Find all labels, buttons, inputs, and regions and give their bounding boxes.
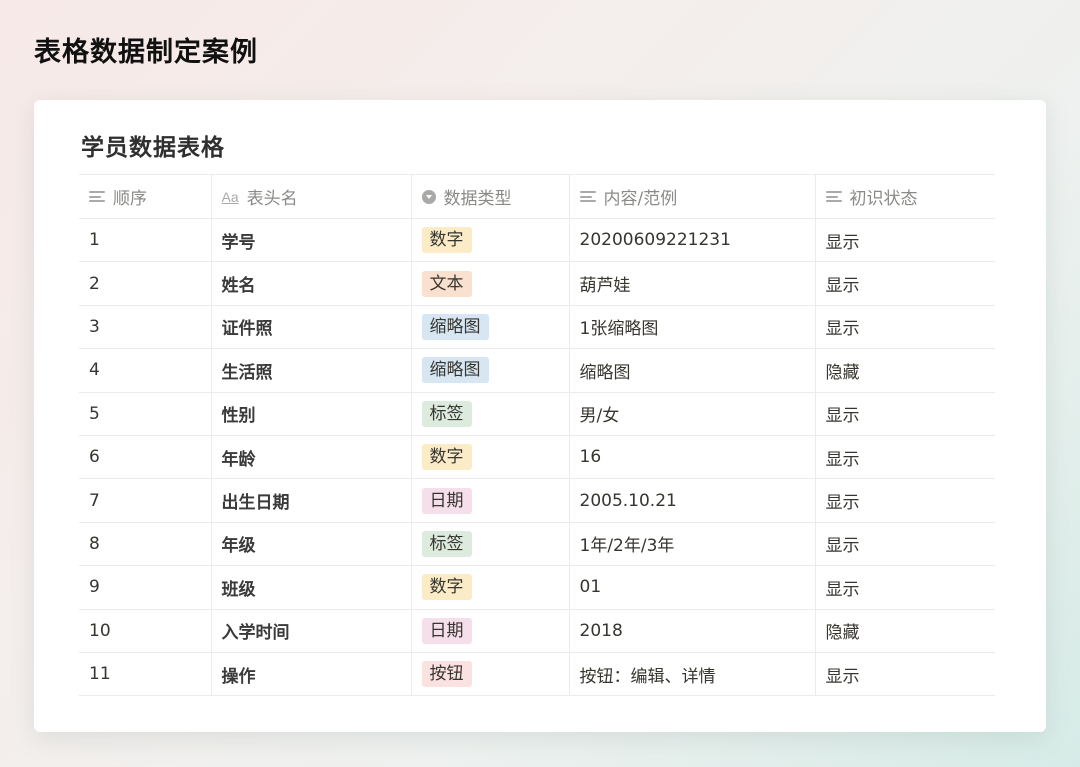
cell-status[interactable]: 显示: [815, 478, 995, 523]
cell-data-type[interactable]: 数字: [411, 565, 570, 610]
cell-field-name[interactable]: 学号: [211, 217, 412, 263]
table-row[interactable]: 11 操作 按钮 按钮：编辑、详情 显示: [79, 651, 995, 697]
cell-order[interactable]: 2: [79, 261, 212, 306]
table-row[interactable]: 1 学号 数字 20200609221231 显示: [79, 217, 995, 263]
cell-data-type[interactable]: 数字: [411, 217, 570, 263]
cell-status[interactable]: 显示: [815, 217, 995, 263]
cell-example[interactable]: 16: [569, 434, 816, 480]
cell-example[interactable]: 按钮：编辑、详情: [569, 651, 816, 697]
column-header-label: 数据类型: [443, 189, 512, 209]
cell-status[interactable]: 显示: [815, 391, 995, 436]
cell-status[interactable]: 显示: [815, 261, 995, 306]
table-row[interactable]: 2 姓名 文本 葫芦娃 显示: [79, 261, 995, 306]
cell-data-type[interactable]: 标签: [411, 521, 570, 567]
data-type-tag: 标签: [421, 530, 472, 557]
cell-order[interactable]: 3: [79, 304, 212, 350]
column-header-status[interactable]: 初识状态: [815, 174, 995, 219]
data-table: 顺序 Aa 表头名 数据类型 内容/范例 初识状态 1 学号 数字 2020060922…: [79, 174, 995, 697]
cell-example[interactable]: 01: [569, 565, 816, 610]
cell-example[interactable]: 1张缩略图: [569, 304, 816, 350]
table-row[interactable]: 5 性别 标签 男/女 显示: [79, 391, 995, 436]
cell-order[interactable]: 8: [79, 521, 212, 567]
cell-status[interactable]: 隐藏: [815, 348, 995, 393]
cell-data-type[interactable]: 日期: [411, 478, 570, 523]
cell-order[interactable]: 10: [79, 608, 212, 653]
column-header-label: 顺序: [113, 189, 147, 209]
table-row[interactable]: 3 证件照 缩略图 1张缩略图 显示: [79, 304, 995, 350]
data-type-tag: 缩略图: [421, 313, 489, 340]
table-row[interactable]: 7 出生日期 日期 2005.10.21 显示: [79, 478, 995, 523]
text-aa-icon: Aa: [221, 188, 239, 205]
table-row[interactable]: 6 年龄 数字 16 显示: [79, 434, 995, 480]
cell-example[interactable]: 1年/2年/3年: [569, 521, 816, 567]
cell-data-type[interactable]: 日期: [411, 608, 570, 653]
cell-order[interactable]: 9: [79, 565, 212, 610]
cell-status[interactable]: 显示: [815, 304, 995, 350]
table-row[interactable]: 4 生活照 缩略图 缩略图 隐藏: [79, 348, 995, 393]
cell-order[interactable]: 5: [79, 391, 212, 436]
text-lines-icon: [579, 191, 596, 202]
data-type-tag: 标签: [421, 400, 472, 427]
cell-status[interactable]: 显示: [815, 521, 995, 567]
cell-order[interactable]: 7: [79, 478, 212, 523]
text-lines-icon: [89, 191, 105, 202]
data-type-tag: 按钮: [421, 661, 472, 688]
cell-field-name[interactable]: 入学时间: [211, 608, 412, 653]
data-type-tag: 数字: [421, 574, 472, 601]
data-type-tag: 缩略图: [421, 357, 489, 384]
table-row[interactable]: 8 年级 标签 1年/2年/3年 显示: [79, 521, 995, 567]
cell-example[interactable]: 男/女: [569, 391, 816, 436]
data-type-tag: 日期: [421, 487, 472, 514]
data-type-tag: 数字: [421, 227, 472, 254]
cell-example[interactable]: 2018: [569, 608, 816, 653]
cell-field-name[interactable]: 生活照: [211, 348, 412, 393]
cell-data-type[interactable]: 文本: [411, 261, 570, 306]
column-header-label: 表头名: [246, 189, 298, 209]
column-header-example[interactable]: 内容/范例: [569, 174, 816, 219]
column-header-label: 内容/范例: [603, 189, 678, 209]
cell-status[interactable]: 显示: [815, 565, 995, 610]
cell-example[interactable]: 葫芦娃: [569, 261, 816, 306]
cell-field-name[interactable]: 操作: [211, 651, 412, 697]
table-title: 学员数据表格: [81, 135, 225, 161]
cell-status[interactable]: 隐藏: [815, 608, 995, 653]
cell-data-type[interactable]: 数字: [411, 434, 570, 480]
cell-example[interactable]: 缩略图: [569, 348, 816, 393]
cell-order[interactable]: 1: [79, 217, 212, 263]
column-header-data-type[interactable]: 数据类型: [411, 174, 570, 219]
page-title: 表格数据制定案例: [34, 37, 258, 68]
cell-field-name[interactable]: 班级: [211, 565, 412, 610]
cell-data-type[interactable]: 标签: [411, 391, 570, 436]
cell-order[interactable]: 4: [79, 348, 212, 393]
cell-field-name[interactable]: 年龄: [211, 434, 412, 480]
column-header-order[interactable]: 顺序: [79, 174, 212, 219]
cell-field-name[interactable]: 年级: [211, 521, 412, 567]
cell-status[interactable]: 显示: [815, 651, 995, 697]
cell-data-type[interactable]: 缩略图: [411, 348, 570, 393]
text-lines-icon: [825, 191, 842, 202]
cell-order[interactable]: 11: [79, 651, 212, 697]
select-icon: [421, 189, 436, 204]
cell-example[interactable]: 20200609221231: [569, 217, 816, 263]
table-header-row: 顺序 Aa 表头名 数据类型 内容/范例 初识状态: [79, 174, 995, 219]
cell-status[interactable]: 显示: [815, 434, 995, 480]
data-type-tag: 日期: [421, 617, 472, 644]
cell-data-type[interactable]: 按钮: [411, 651, 570, 697]
table-card: 学员数据表格 顺序 Aa 表头名 数据类型 内容/范例 初识状态 1 学号 数字 202…: [34, 100, 1046, 732]
data-type-tag: 文本: [421, 270, 472, 297]
cell-field-name[interactable]: 证件照: [211, 304, 412, 350]
cell-field-name[interactable]: 出生日期: [211, 478, 412, 523]
cell-order[interactable]: 6: [79, 434, 212, 480]
cell-example[interactable]: 2005.10.21: [569, 478, 816, 523]
data-type-tag: 数字: [421, 444, 472, 471]
cell-data-type[interactable]: 缩略图: [411, 304, 570, 350]
column-header-field-name[interactable]: Aa 表头名: [211, 174, 412, 219]
cell-field-name[interactable]: 姓名: [211, 261, 412, 306]
table-row[interactable]: 9 班级 数字 01 显示: [79, 565, 995, 610]
table-row[interactable]: 10 入学时间 日期 2018 隐藏: [79, 608, 995, 653]
cell-field-name[interactable]: 性别: [211, 391, 412, 436]
column-header-label: 初识状态: [849, 189, 918, 209]
